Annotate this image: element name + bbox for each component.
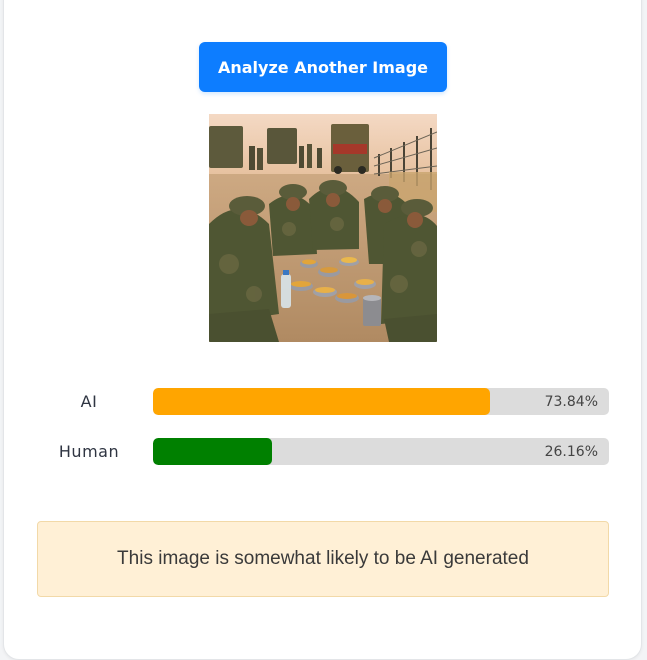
ai-progress-fill [153,388,490,415]
human-progress-bar: 26.16% [153,438,609,465]
ai-percentage: 73.84% [544,393,598,410]
ai-progress-bar: 73.84% [153,388,609,415]
analyze-another-image-button[interactable]: Analyze Another Image [199,42,447,92]
human-progress-fill [153,438,273,465]
human-label: Human [58,442,120,461]
human-percentage: 26.16% [544,443,598,460]
verdict-message: This image is somewhat likely to be AI g… [37,521,609,597]
ai-label: AI [80,392,98,411]
uploaded-image [209,114,437,342]
